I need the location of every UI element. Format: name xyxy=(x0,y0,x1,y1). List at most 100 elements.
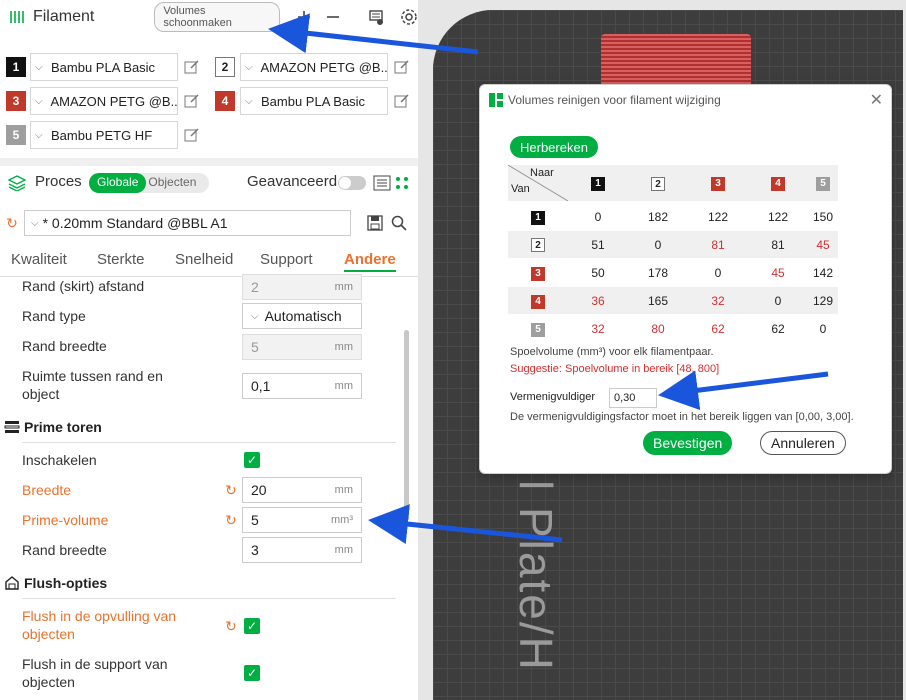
chevron-down-icon: ⌵ xyxy=(35,61,43,73)
matrix-row: 4 36 165 32 0 129 xyxy=(508,287,838,314)
seg-global[interactable]: Globale xyxy=(89,173,147,193)
flush-icon xyxy=(5,576,19,590)
advanced-toggle[interactable] xyxy=(338,176,366,190)
color-chip: 2 xyxy=(531,238,545,252)
multiplier-input[interactable]: 0,30 xyxy=(609,388,657,408)
slot-number-2: 2 xyxy=(215,57,235,77)
scrollbar[interactable] xyxy=(404,330,409,520)
reset-icon[interactable]: ↻ xyxy=(223,618,239,634)
unit-label: mm xyxy=(334,341,353,353)
matrix-cell[interactable]: 178 xyxy=(628,266,688,280)
matrix-cell[interactable]: 0 xyxy=(628,238,688,252)
edit-icon[interactable] xyxy=(183,58,201,76)
flush-infill-line1: Flush in de opvulling van xyxy=(22,608,177,624)
matrix-cell[interactable]: 0 xyxy=(808,322,838,336)
slot-number-4: 4 xyxy=(215,91,235,111)
matrix-cell[interactable]: 0 xyxy=(688,266,748,280)
flush-volume-info: Spoelvolume (mm³) voor elk filamentpaar. xyxy=(510,346,714,358)
matrix-cell[interactable]: 182 xyxy=(628,210,688,224)
skirt-type-select[interactable]: ⌵ Automatisch xyxy=(242,303,362,329)
skirt-width-label: Rand breedte xyxy=(22,338,107,354)
matrix-cell[interactable]: 122 xyxy=(688,210,748,224)
tab-support[interactable]: Support xyxy=(260,251,313,268)
filament-select-2[interactable]: ⌵ AMAZON PETG @B... xyxy=(240,53,388,81)
flush-support-checkbox[interactable]: ✓ xyxy=(244,665,260,681)
matrix-cell[interactable]: 62 xyxy=(748,322,808,336)
matrix-cell[interactable]: 62 xyxy=(688,322,748,336)
confirm-button[interactable]: Bevestigen xyxy=(643,431,733,455)
filament-select-5[interactable]: ⌵ Bambu PETG HF xyxy=(30,121,178,149)
skirt-width-field[interactable]: 5 mm xyxy=(242,334,362,360)
van-label: Van xyxy=(511,183,530,195)
reset-icon[interactable]: ↻ xyxy=(4,215,20,231)
gear-icon[interactable] xyxy=(399,7,418,27)
prime-width-field[interactable]: 20 mm xyxy=(242,477,362,503)
minus-icon[interactable] xyxy=(323,7,342,27)
filament-name-2: AMAZON PETG @B... xyxy=(260,59,387,75)
flush-infill-label: Flush in de opvulling van objecten xyxy=(22,607,176,643)
filament-select-3[interactable]: ⌵ AMAZON PETG @B... xyxy=(30,87,178,115)
filament-select-1[interactable]: ⌵ Bambu PLA Basic xyxy=(30,53,178,81)
prime-volume-label: Prime-volume xyxy=(22,512,109,528)
plate-label: l Plate/H xyxy=(510,480,562,672)
matrix-cell[interactable]: 51 xyxy=(568,238,628,252)
clean-volumes-button[interactable]: Volumes schoonmaken xyxy=(154,2,281,32)
matrix-cell[interactable]: 81 xyxy=(688,238,748,252)
matrix-cell[interactable]: 150 xyxy=(808,210,838,224)
grid-dots-icon[interactable] xyxy=(394,175,410,191)
matrix-cell[interactable]: 32 xyxy=(688,294,748,308)
close-icon[interactable]: ✕ xyxy=(870,90,883,110)
save-icon[interactable] xyxy=(367,215,383,231)
tab-speed[interactable]: Snelheid xyxy=(175,251,233,268)
color-chip: 2 xyxy=(651,176,665,191)
matrix-cell[interactable]: 32 xyxy=(568,322,628,336)
filament-header: Filament Volumes schoonmaken xyxy=(0,2,418,32)
matrix-cell[interactable]: 165 xyxy=(628,294,688,308)
prime-enable-label: Inschakelen xyxy=(22,452,97,468)
naar-label: Naar xyxy=(530,167,554,179)
reset-icon[interactable]: ↻ xyxy=(223,482,239,498)
prime-enable-checkbox[interactable]: ✓ xyxy=(244,452,260,468)
settings-tabs: Kwaliteit Sterkte Snelheid Support Ander… xyxy=(0,251,418,275)
divider xyxy=(0,158,418,166)
matrix-cell[interactable]: 80 xyxy=(628,322,688,336)
reset-icon[interactable]: ↻ xyxy=(223,512,239,528)
row-header: 3 xyxy=(508,265,568,281)
prime-tower-title: Prime toren xyxy=(24,419,102,435)
tab-strength[interactable]: Sterkte xyxy=(97,251,145,268)
process-preset-select[interactable]: ⌵ * 0.20mm Standard @BBL A1 xyxy=(24,210,351,236)
edit-icon[interactable] xyxy=(393,92,411,110)
matrix-cell[interactable]: 36 xyxy=(568,294,628,308)
edit-icon[interactable] xyxy=(183,92,201,110)
search-icon[interactable] xyxy=(391,215,407,231)
skirt-distance-field[interactable]: 2 mm xyxy=(242,274,362,300)
matrix-cell[interactable]: 45 xyxy=(748,266,808,280)
edit-icon[interactable] xyxy=(393,58,411,76)
unit-label: mm xyxy=(334,484,353,496)
plus-icon[interactable] xyxy=(294,7,313,27)
prime-brim-field[interactable]: 3 mm xyxy=(242,537,362,563)
edit-icon[interactable] xyxy=(183,126,201,144)
tab-other[interactable]: Andere xyxy=(344,251,396,272)
prime-volume-field[interactable]: 5 mm³ xyxy=(242,507,362,533)
color-chip: 4 xyxy=(771,177,785,191)
matrix-cell[interactable]: 122 xyxy=(748,210,808,224)
filament-select-4[interactable]: ⌵ Bambu PLA Basic xyxy=(240,87,388,115)
matrix-cell[interactable]: 0 xyxy=(748,294,808,308)
matrix-cell[interactable]: 50 xyxy=(568,266,628,280)
skirt-type-label: Rand type xyxy=(22,308,86,324)
matrix-cell[interactable]: 0 xyxy=(568,210,628,224)
filament-name-4: Bambu PLA Basic xyxy=(261,93,366,109)
skirt-gap-field[interactable]: 0,1 mm xyxy=(242,373,362,399)
tab-quality[interactable]: Kwaliteit xyxy=(11,251,67,268)
matrix-cell[interactable]: 142 xyxy=(808,266,838,280)
cancel-button[interactable]: Annuleren xyxy=(760,431,846,455)
matrix-cell[interactable]: 129 xyxy=(808,294,838,308)
flush-infill-checkbox[interactable]: ✓ xyxy=(244,618,260,634)
matrix-cell[interactable]: 81 xyxy=(748,238,808,252)
seg-objects[interactable]: Objecten xyxy=(146,173,198,193)
list-icon[interactable] xyxy=(373,175,391,191)
printer-sync-icon[interactable] xyxy=(366,7,385,27)
recalculate-button[interactable]: Herbereken xyxy=(510,136,598,158)
matrix-cell[interactable]: 45 xyxy=(808,238,838,252)
